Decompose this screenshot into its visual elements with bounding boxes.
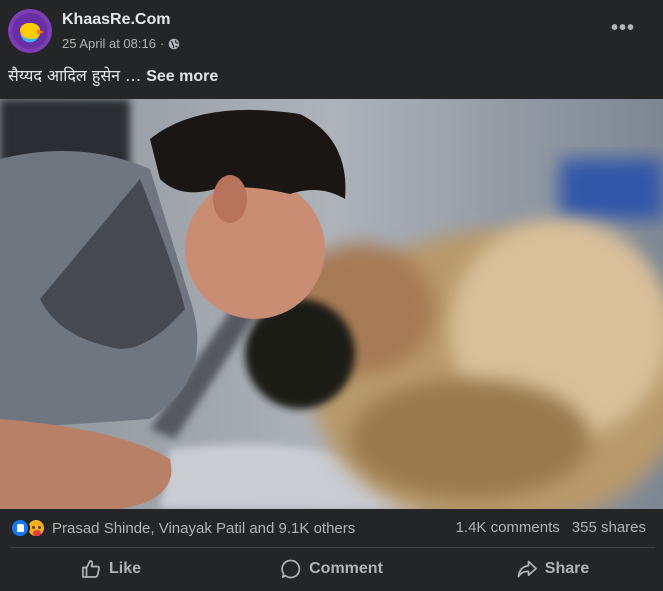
photo-boy-face <box>185 179 325 319</box>
meta-separator: · <box>159 36 165 51</box>
post-caption: सैय्यद आदिल हुसेन … See more <box>8 64 218 86</box>
like-button[interactable]: Like <box>0 550 221 588</box>
share-button[interactable]: Share <box>442 550 663 588</box>
reactions-summary[interactable]: Prasad Shinde, Vinayak Patil and 9.1K ot… <box>10 517 355 539</box>
photo-illustration <box>0 99 663 509</box>
see-more-link[interactable]: See more <box>146 68 218 85</box>
photo-boy-ear <box>213 175 247 223</box>
like-reaction-icon <box>10 518 30 538</box>
post-timestamp[interactable]: 25 April at 08:16 <box>62 36 156 51</box>
action-divider <box>10 547 655 548</box>
share-label: Share <box>544 560 590 577</box>
page-name[interactable]: KhaasRe.Com <box>62 11 170 29</box>
post-meta: 25 April at 08:16 · <box>62 36 180 51</box>
facebook-post: KhaasRe.Com 25 April at 08:16 · ••• सैय्… <box>0 0 663 591</box>
comment-label: Comment <box>309 560 383 577</box>
caption-text: सैय्यद आदिल हुसेन … <box>8 66 147 85</box>
globe-icon[interactable] <box>168 38 180 50</box>
post-photo[interactable] <box>0 99 663 509</box>
avatar-logo-beak <box>37 29 44 35</box>
like-label: Like <box>108 560 141 577</box>
photo-blurred-cloth-dark <box>350 379 590 499</box>
reactors-text[interactable]: Prasad Shinde, Vinayak Patil and 9.1K ot… <box>52 520 355 537</box>
comment-icon <box>281 559 301 579</box>
photo-blue-patch <box>560 159 663 219</box>
share-icon <box>517 560 537 578</box>
engagement-counts: 1.4K comments 355 shares <box>456 519 646 536</box>
shares-count[interactable]: 355 shares <box>572 519 646 536</box>
comments-count[interactable]: 1.4K comments <box>456 519 560 536</box>
comment-button[interactable]: Comment <box>221 550 442 588</box>
like-icon <box>82 560 100 578</box>
more-options-icon[interactable]: ••• <box>605 14 641 46</box>
post-header: KhaasRe.Com 25 April at 08:16 · ••• <box>0 0 663 60</box>
post-actions: Like Comment Share <box>0 550 663 588</box>
page-avatar[interactable] <box>8 9 52 53</box>
